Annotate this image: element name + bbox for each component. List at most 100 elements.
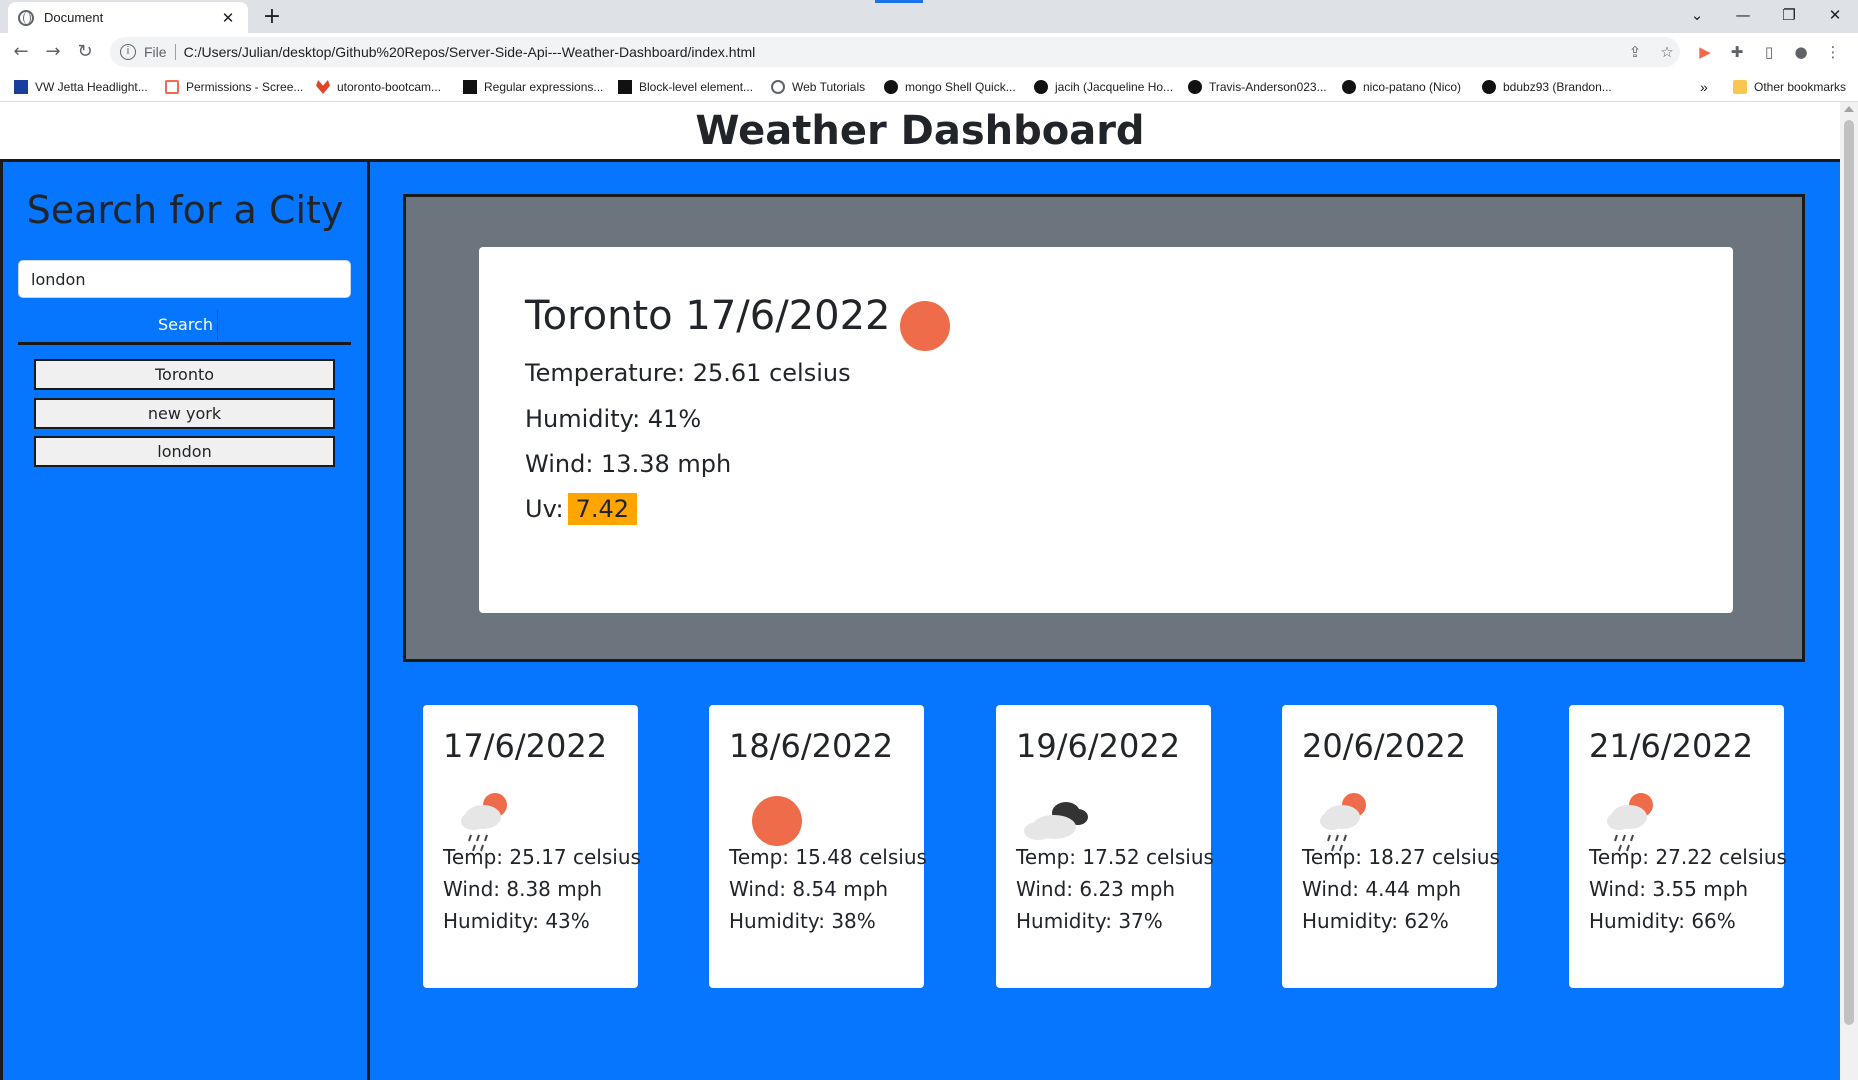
forecast-wind: Wind: 4.44 mph	[1302, 877, 1462, 901]
forecast-temp: Temp: 25.17 celsius	[443, 845, 641, 869]
current-temperature: Temperature: 25.61 celsius	[525, 359, 851, 387]
forecast-date: 21/6/2022	[1589, 727, 1754, 765]
forecast-humidity: Humidity: 62%	[1302, 909, 1449, 933]
bookmark-dark-icon	[463, 80, 477, 94]
forecast-card: 18/6/2022 Temp: 15.48 celsius Wind: 8.54…	[709, 705, 927, 988]
forecast-temp: Temp: 27.22 celsius	[1589, 845, 1787, 869]
page-title: Weather Dashboard	[695, 108, 1145, 154]
browser-tab[interactable]: Document ✕	[8, 2, 248, 33]
bookmark-item[interactable]: Travis-Anderson023...	[1188, 77, 1327, 97]
forecast-temp: Temp: 17.52 celsius	[1016, 845, 1214, 869]
menu-kebab-icon[interactable]: ⋮	[1820, 39, 1846, 65]
forecast-temp: Temp: 18.27 celsius	[1302, 845, 1500, 869]
forecast-wind: Wind: 8.38 mph	[443, 877, 603, 901]
forecast-date: 18/6/2022	[729, 727, 894, 765]
current-weather-panel: Toronto 17/6/2022 Temperature: 25.61 cel…	[403, 194, 1805, 662]
forward-icon[interactable]: →	[40, 39, 66, 65]
folder-icon	[1733, 80, 1747, 94]
bookmark-item[interactable]: Web Tutorials	[771, 77, 865, 97]
mdn-icon	[618, 80, 632, 94]
history-button-toronto[interactable]: Toronto	[34, 359, 335, 390]
page: Weather Dashboard Search for a City Sear…	[0, 102, 1858, 1080]
current-humidity: Humidity: 41%	[525, 405, 702, 433]
bookmark-item[interactable]: Regular expressions...	[463, 77, 603, 97]
profile-avatar-icon[interactable]: ●	[1788, 39, 1814, 65]
forecast-wind: Wind: 3.55 mph	[1589, 877, 1749, 901]
github-icon	[1034, 80, 1048, 94]
bookmark-item[interactable]: VW Jetta Headlight...	[14, 77, 148, 97]
sun-icon	[900, 301, 950, 351]
forecast-temp: Temp: 15.48 celsius	[729, 845, 927, 869]
forecast-wind: Wind: 8.54 mph	[729, 877, 889, 901]
tab-strip: Document ✕ + ⌄ — ❐ ✕	[0, 0, 1858, 33]
bookmark-item[interactable]: Block-level element...	[618, 77, 753, 97]
share-icon[interactable]: ⇪	[1622, 39, 1648, 65]
forecast-card: 20/6/2022 Temp: 18.27 celsius Wind: 4.44…	[1282, 705, 1500, 988]
uv-label: Uv:	[525, 495, 564, 523]
scroll-up-icon[interactable]	[1844, 106, 1854, 112]
bookmark-p-icon	[14, 80, 28, 94]
current-uv: Uv: 7.42	[525, 493, 637, 525]
forecast-humidity: Humidity: 66%	[1589, 909, 1736, 933]
forecast-humidity: Humidity: 43%	[443, 909, 590, 933]
url-text[interactable]: C:/Users/Julian/desktop/Github%20Repos/S…	[184, 44, 756, 60]
mongodb-icon	[884, 80, 898, 94]
new-tab-button[interactable]: +	[258, 4, 286, 32]
github-icon	[1188, 80, 1202, 94]
bookmark-item[interactable]: utoronto-bootcam...	[316, 77, 441, 97]
forecast-humidity: Humidity: 38%	[729, 909, 876, 933]
tab-close-icon[interactable]: ✕	[218, 9, 238, 27]
bookmark-item[interactable]: bdubz93 (Brandon...	[1482, 77, 1612, 97]
more-bookmarks-button[interactable]: »	[1700, 77, 1708, 97]
search-sidebar: Search for a City Search Toronto new yor…	[0, 159, 370, 1080]
globe-icon	[18, 9, 34, 26]
address-bar[interactable]: i File C:/Users/Julian/desktop/Github%20…	[110, 37, 1680, 67]
weather-main: Toronto 17/6/2022 Temperature: 25.61 cel…	[370, 159, 1840, 1080]
forecast-date: 19/6/2022	[1016, 727, 1181, 765]
tab-strip-indicator	[875, 0, 923, 3]
forecast-wind: Wind: 6.23 mph	[1016, 877, 1176, 901]
extensions-puzzle-icon[interactable]: ✚	[1724, 39, 1750, 65]
bookmark-item[interactable]: Permissions - Scree...	[165, 77, 303, 97]
forecast-date: 17/6/2022	[443, 727, 608, 765]
back-icon[interactable]: ←	[8, 39, 34, 65]
tab-search-icon[interactable]: ⌄	[1674, 0, 1720, 33]
globe-icon	[771, 80, 785, 94]
bookmark-star-icon[interactable]: ☆	[1654, 39, 1680, 65]
bookmarks-bar: VW Jetta Headlight... Permissions - Scre…	[0, 71, 1858, 102]
current-city-title: Toronto 17/6/2022	[525, 293, 891, 339]
browser-toolbar: ← → ↻ i File C:/Users/Julian/desktop/Git…	[0, 33, 1858, 71]
bookmark-item[interactable]: mongo Shell Quick...	[884, 77, 1016, 97]
restore-icon[interactable]: ❐	[1766, 0, 1812, 33]
info-icon[interactable]: i	[120, 44, 136, 60]
extension-icon[interactable]: ▶	[1692, 39, 1718, 65]
other-bookmarks[interactable]: Other bookmarks	[1733, 77, 1846, 97]
forecast-humidity: Humidity: 37%	[1016, 909, 1163, 933]
page-scrollbar[interactable]	[1840, 102, 1858, 1080]
bookmark-item[interactable]: nico-patano (Nico)	[1342, 77, 1461, 97]
sidebar-heading: Search for a City	[26, 188, 344, 232]
github-icon	[1482, 80, 1496, 94]
reload-icon[interactable]: ↻	[72, 39, 98, 65]
search-button[interactable]: Search	[154, 310, 218, 340]
forecast-card: 21/6/2022 Temp: 27.22 celsius Wind: 3.55…	[1569, 705, 1787, 988]
tab-title: Document	[44, 10, 104, 25]
bookmark-screencastify-icon	[165, 80, 179, 94]
current-wind: Wind: 13.38 mph	[525, 450, 732, 478]
forecast-date: 20/6/2022	[1302, 727, 1467, 765]
uv-badge: 7.42	[567, 493, 637, 525]
sidebar-divider	[18, 342, 351, 345]
gitlab-icon	[316, 80, 330, 94]
forecast-card: 19/6/2022 Temp: 17.52 celsius Wind: 6.23…	[996, 705, 1214, 988]
close-window-icon[interactable]: ✕	[1812, 0, 1858, 33]
city-search-input[interactable]	[18, 260, 351, 298]
minimize-icon[interactable]: —	[1720, 0, 1766, 33]
current-weather-card: Toronto 17/6/2022 Temperature: 25.61 cel…	[479, 247, 1733, 613]
history-button-new-york[interactable]: new york	[34, 398, 335, 429]
bookmark-item[interactable]: jacih (Jacqueline Ho...	[1034, 77, 1173, 97]
side-panel-icon[interactable]: ▯	[1756, 39, 1782, 65]
scrollbar-thumb[interactable]	[1844, 120, 1854, 1025]
url-scheme: File	[144, 44, 167, 60]
url-separator	[174, 44, 176, 60]
history-button-london[interactable]: london	[34, 436, 335, 467]
